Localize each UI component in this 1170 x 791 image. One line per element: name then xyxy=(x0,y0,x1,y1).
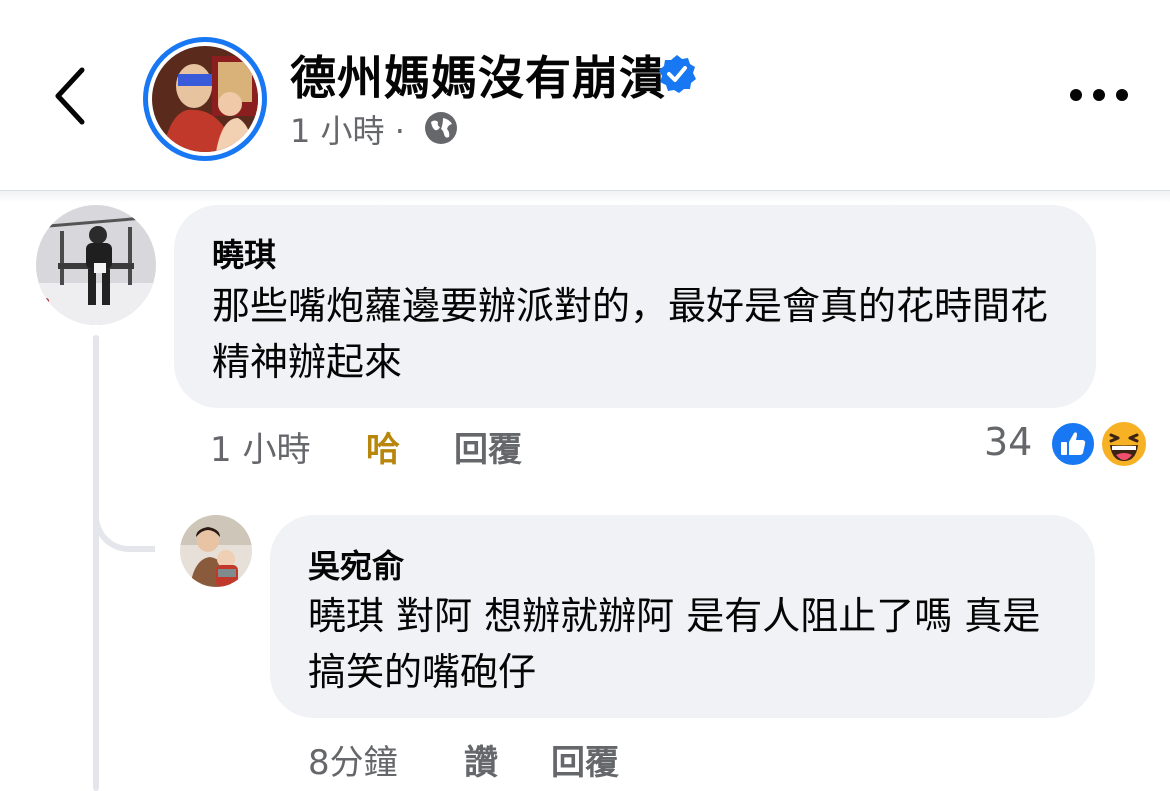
page-title[interactable]: 德州媽媽沒有崩潰 xyxy=(290,42,666,108)
header-shadow xyxy=(0,191,1170,203)
thread-line xyxy=(93,335,99,791)
reply-author[interactable]: 吳宛俞 xyxy=(308,541,404,587)
comment-author[interactable]: 曉琪 xyxy=(212,230,276,276)
more-icon xyxy=(1070,89,1128,101)
back-button[interactable] xyxy=(48,62,98,130)
post-time: 1 小時 xyxy=(290,112,385,150)
reply-button[interactable]: 回覆 xyxy=(454,422,522,471)
avatar-image xyxy=(180,515,252,587)
haha-reaction-icon xyxy=(1099,419,1149,469)
reply-time: 8分鐘 xyxy=(308,743,398,783)
reply-text: 曉琪 對阿 想辦就辦阿 是有人阻止了嗎 真是搞笑的嘴砲仔 xyxy=(308,594,1041,694)
avatar-image xyxy=(36,205,156,325)
meta-separator: · xyxy=(394,112,405,150)
reaction-count[interactable]: 34 xyxy=(984,420,1032,464)
comment-avatar[interactable] xyxy=(36,205,156,325)
thread-connector xyxy=(93,470,155,552)
globe-icon xyxy=(423,110,459,146)
page-avatar[interactable] xyxy=(143,37,267,161)
like-reaction-icon xyxy=(1050,421,1096,467)
comment-text: 那些嘴炮蘿邊要辦派對的，最好是會真的花時間花精神辦起來 xyxy=(212,284,1049,384)
avatar-image xyxy=(152,46,258,152)
more-options-button[interactable] xyxy=(1068,80,1130,110)
like-button[interactable]: 讚 xyxy=(464,735,498,784)
chevron-left-icon xyxy=(55,67,85,125)
post-timestamp[interactable]: 1 小時 · xyxy=(290,106,405,152)
reply-button[interactable]: 回覆 xyxy=(551,735,619,784)
haha-reaction-button[interactable]: 哈 xyxy=(366,422,400,471)
comment-time: 1 小時 xyxy=(210,430,311,470)
verified-badge-icon xyxy=(657,54,697,94)
reply-avatar[interactable] xyxy=(180,515,252,587)
